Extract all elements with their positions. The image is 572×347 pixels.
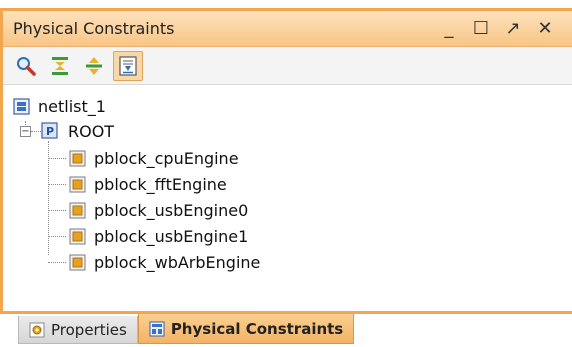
pblock-icon — [69, 254, 86, 270]
properties-gear-icon — [29, 322, 45, 337]
tree-node-label: pblock_fftEngine — [94, 174, 227, 194]
tree-node-pblock[interactable]: pblock_usbEngine1 — [69, 223, 248, 249]
tree-node-label: pblock_usbEngine1 — [94, 226, 249, 246]
pblock-icon — [69, 150, 86, 166]
panel-title: Physical Constraints — [13, 19, 175, 38]
tree-node-label: ROOT — [68, 121, 115, 141]
auto-fit-button[interactable] — [113, 50, 143, 81]
tab-label: Physical Constraints — [170, 319, 344, 338]
tree-node-netlist[interactable]: netlist_1 — [13, 93, 106, 119]
physical-constraints-panel: Physical Constraints _ ☐ ↗ ✕ netlist_1 −… — [0, 8, 572, 314]
tree-node-pblock[interactable]: pblock_wbArbEngine — [69, 249, 260, 275]
tree-node-label: pblock_cpuEngine — [94, 148, 239, 168]
svg-text:P: P — [46, 125, 54, 138]
tree-node-root[interactable]: P ROOT — [41, 118, 114, 144]
pblock-root-icon: P — [41, 122, 58, 139]
pblock-icon — [69, 202, 86, 218]
search-icon — [17, 56, 36, 76]
bottom-tab-bar: Properties Physical Constraints — [18, 314, 355, 344]
pblock-icon — [69, 228, 86, 244]
tab-properties[interactable]: Properties — [18, 316, 138, 344]
constraints-tree[interactable]: netlist_1 − P ROOT pblock_cpuEngine pblo… — [3, 85, 572, 305]
close-icon[interactable]: ✕ — [532, 16, 558, 42]
tree-connector — [48, 184, 66, 185]
netlist-icon — [13, 97, 30, 115]
maximize-icon[interactable]: ☐ — [468, 16, 494, 42]
tab-physical-constraints[interactable]: Physical Constraints — [137, 314, 355, 344]
panel-titlebar[interactable]: Physical Constraints _ ☐ ↗ ✕ — [3, 11, 572, 47]
tree-node-pblock[interactable]: pblock_cpuEngine — [69, 145, 239, 171]
tree-node-pblock[interactable]: pblock_usbEngine0 — [69, 197, 248, 223]
tab-label: Properties — [51, 320, 127, 339]
tree-connector — [48, 262, 66, 263]
panel-toolbar — [3, 47, 572, 85]
expand-all-button[interactable] — [79, 51, 109, 81]
collapse-all-button[interactable] — [45, 51, 75, 81]
auto-fit-icon — [119, 55, 137, 76]
expand-all-icon — [86, 56, 102, 75]
float-icon[interactable]: ↗ — [500, 16, 526, 42]
collapse-all-icon — [52, 56, 68, 75]
tree-node-label: pblock_wbArbEngine — [94, 252, 261, 272]
collapse-toggle-icon[interactable]: − — [20, 126, 31, 137]
pblock-icon — [69, 176, 86, 192]
tree-node-pblock[interactable]: pblock_fftEngine — [69, 171, 227, 197]
tree-connector — [31, 131, 41, 132]
tree-connector — [48, 236, 66, 237]
tree-node-label: pblock_usbEngine0 — [94, 200, 249, 220]
search-button[interactable] — [11, 51, 41, 81]
tree-node-label: netlist_1 — [38, 96, 106, 116]
minimize-icon[interactable]: _ — [436, 16, 462, 42]
window-controls: _ ☐ ↗ ✕ — [436, 16, 572, 42]
tree-connector — [48, 210, 66, 211]
physical-constraints-icon — [149, 321, 165, 336]
tree-connector — [48, 158, 66, 159]
